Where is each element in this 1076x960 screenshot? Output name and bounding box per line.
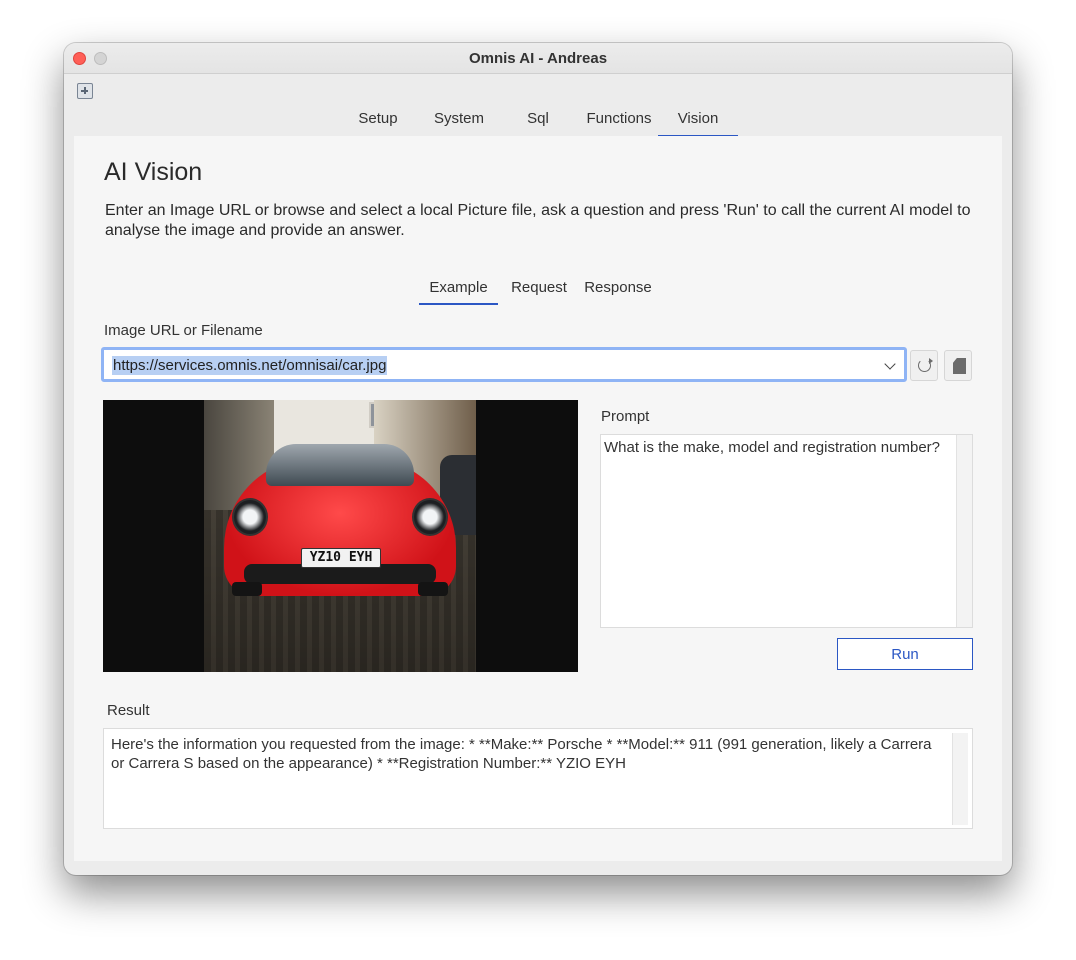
page-description: Enter an Image URL or browse and select …	[105, 202, 971, 239]
chevron-down-icon[interactable]	[884, 358, 896, 370]
image-preview: YZ10 EYH	[103, 400, 578, 672]
tab-setup[interactable]: Setup	[348, 109, 408, 137]
browse-file-button[interactable]	[944, 350, 972, 381]
main-tab-bar: Setup System Sql Functions Vision	[64, 109, 1012, 137]
run-button[interactable]: Run	[837, 638, 973, 670]
image-url-combobox[interactable]: https://services.omnis.net/omnisai/car.j…	[101, 347, 907, 382]
prompt-scrollbar[interactable]	[956, 435, 972, 627]
result-textarea[interactable]: Here's the information you requested fro…	[103, 728, 973, 829]
title-bar: Omnis AI - Andreas	[64, 43, 1012, 74]
result-label: Result	[107, 702, 150, 719]
page-title: AI Vision	[104, 158, 203, 186]
image-url-value: https://services.omnis.net/omnisai/car.j…	[112, 356, 388, 375]
prompt-textarea[interactable]: What is the make, model and registration…	[600, 434, 973, 628]
result-scrollbar[interactable]	[952, 733, 968, 825]
tab-vision[interactable]: Vision	[658, 109, 738, 137]
sub-tab-bar: Example Request Response	[74, 278, 1002, 306]
license-plate: YZ10 EYH	[301, 548, 381, 568]
refresh-button[interactable]	[910, 350, 938, 381]
sub-tab-response[interactable]: Response	[582, 278, 654, 305]
prompt-value: What is the make, model and registration…	[604, 439, 940, 456]
refresh-icon	[918, 358, 933, 372]
image-url-label: Image URL or Filename	[104, 322, 263, 339]
prompt-label: Prompt	[601, 408, 650, 425]
app-window: Omnis AI - Andreas Setup System Sql Func…	[64, 43, 1012, 875]
vision-panel: AI Vision Enter an Image URL or browse a…	[74, 136, 1002, 861]
sub-tab-example[interactable]: Example	[419, 278, 498, 305]
sub-tab-request[interactable]: Request	[508, 278, 570, 305]
result-value: Here's the information you requested fro…	[111, 736, 932, 772]
tab-functions[interactable]: Functions	[578, 109, 660, 137]
tab-sql[interactable]: Sql	[516, 109, 560, 137]
car-photo: YZ10 EYH	[204, 400, 476, 672]
tab-system[interactable]: System	[424, 109, 494, 137]
add-window-icon[interactable]	[77, 83, 93, 99]
window-title: Omnis AI - Andreas	[468, 50, 608, 67]
sd-card-icon	[953, 358, 966, 374]
